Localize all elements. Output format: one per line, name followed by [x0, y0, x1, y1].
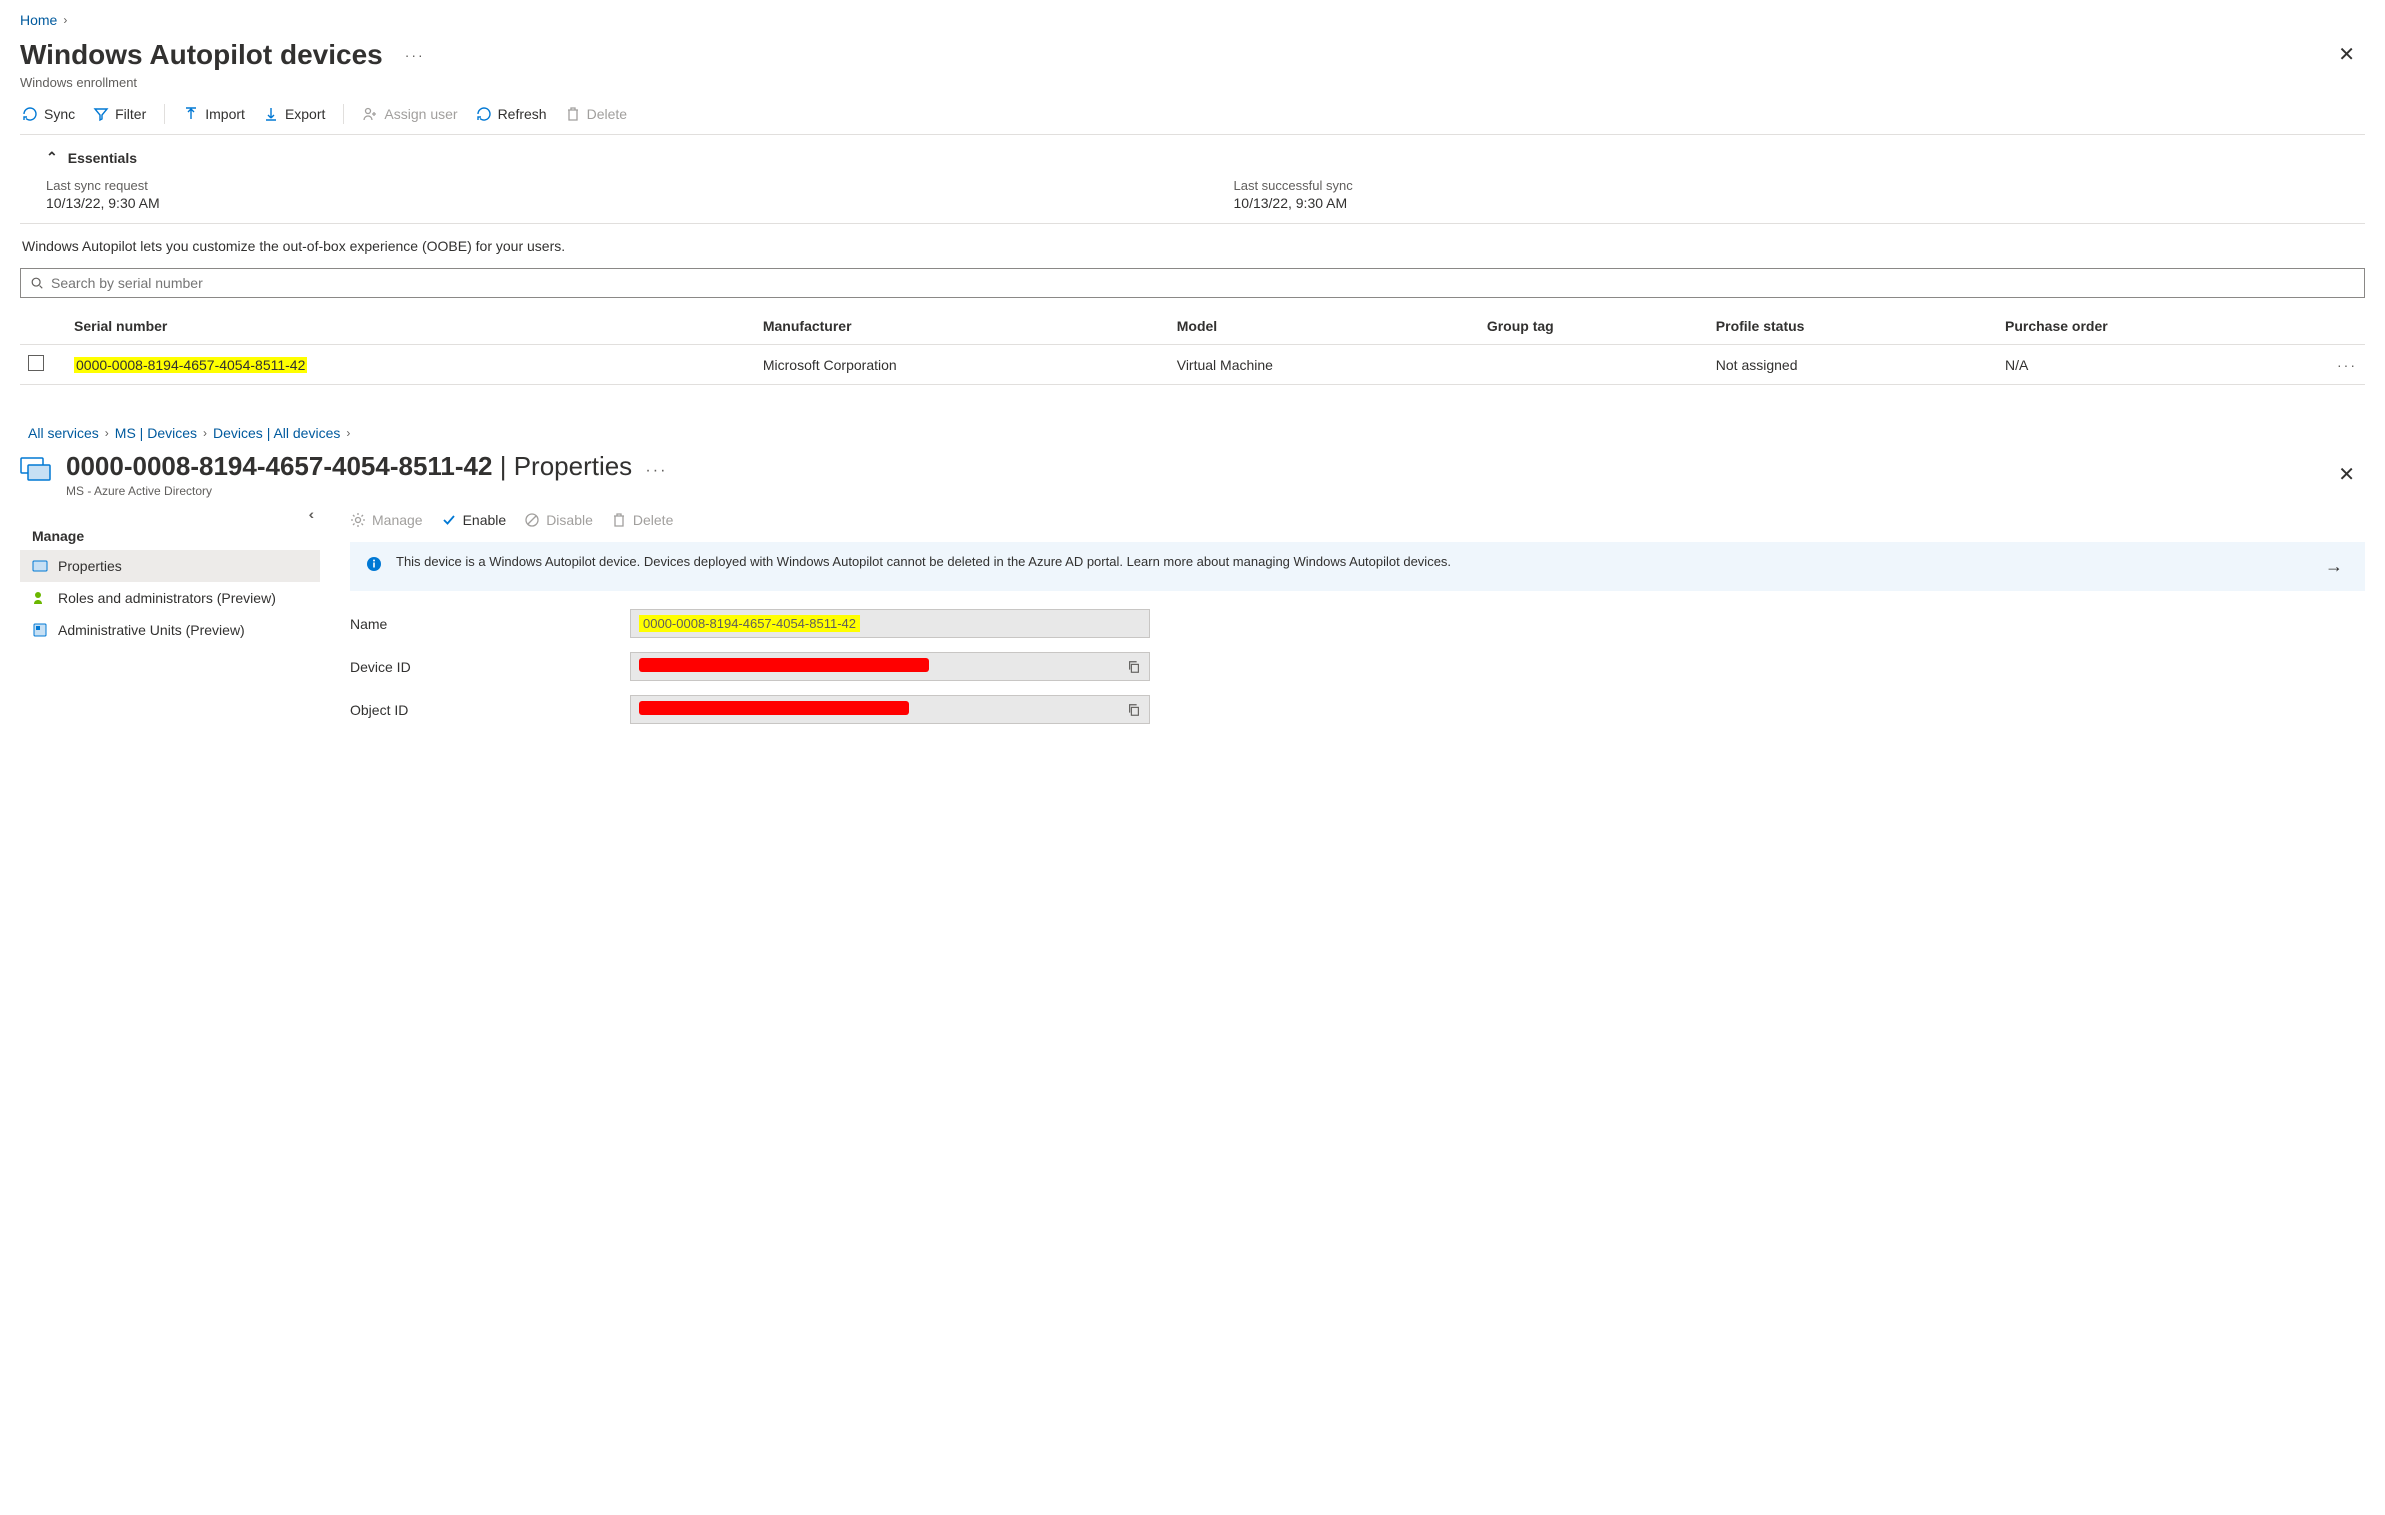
page-subtitle: Windows enrollment — [20, 75, 2365, 90]
sync-button[interactable]: Sync — [22, 106, 75, 122]
breadcrumb: All services › MS | Devices › Devices | … — [28, 425, 2365, 441]
essentials-panel: Last sync request 10/13/22, 9:30 AM Last… — [20, 174, 2365, 224]
col-model[interactable]: Model — [1169, 308, 1479, 345]
sidebar-item-roles[interactable]: Roles and administrators (Preview) — [20, 582, 320, 614]
page-title: 0000-0008-8194-4657-4054-8511-42 | Prope… — [66, 451, 667, 482]
info-banner: This device is a Windows Autopilot devic… — [350, 542, 2365, 591]
separator — [164, 104, 165, 124]
page-title: Windows Autopilot devices — [20, 39, 383, 71]
cell-profile-status: Not assigned — [1708, 345, 1997, 385]
cell-group-tag — [1479, 345, 1708, 385]
col-purchase-order[interactable]: Purchase order — [1997, 308, 2325, 345]
sidebar-item-admin-units[interactable]: Administrative Units (Preview) — [20, 614, 320, 646]
command-bar: Manage Enable Disable Delete — [350, 506, 2365, 542]
sidebar-item-properties[interactable]: Properties — [20, 550, 320, 582]
search-icon — [30, 276, 44, 290]
refresh-button[interactable]: Refresh — [476, 106, 547, 122]
prop-field-device-id[interactable] — [630, 652, 1150, 681]
prop-label-device-id: Device ID — [350, 659, 630, 675]
roles-icon — [32, 590, 48, 606]
person-add-icon — [362, 106, 378, 122]
more-icon[interactable]: ··· — [405, 47, 425, 63]
delete-button: Delete — [565, 106, 627, 122]
side-section-header: Manage — [20, 518, 320, 550]
col-profile-status[interactable]: Profile status — [1708, 308, 1997, 345]
filter-button[interactable]: Filter — [93, 106, 146, 122]
essentials-label: Last sync request — [46, 178, 1174, 193]
search-input[interactable] — [20, 268, 2365, 298]
breadcrumb-all-services[interactable]: All services — [28, 425, 99, 441]
import-button[interactable]: Import — [183, 106, 245, 122]
col-serial[interactable]: Serial number — [66, 308, 755, 345]
cell-model: Virtual Machine — [1169, 345, 1479, 385]
close-button[interactable]: ✕ — [2328, 456, 2365, 493]
cell-serial: 0000-0008-8194-4657-4054-8511-42 — [74, 357, 307, 373]
breadcrumb-ms-devices[interactable]: MS | Devices — [115, 425, 197, 441]
device-icon — [20, 455, 52, 483]
prop-label-object-id: Object ID — [350, 702, 630, 718]
essentials-toggle[interactable]: ⌃ Essentials — [46, 149, 2361, 166]
separator — [343, 104, 344, 124]
cell-manufacturer: Microsoft Corporation — [755, 345, 1169, 385]
prop-field-name[interactable]: 0000-0008-8194-4657-4054-8511-42 — [630, 609, 1150, 638]
breadcrumb-home[interactable]: Home — [20, 12, 57, 28]
upload-icon — [183, 106, 199, 122]
collapse-nav-button[interactable]: ‹‹ — [309, 506, 310, 522]
essentials-label: Last successful sync — [1234, 178, 2362, 193]
row-checkbox[interactable] — [28, 355, 44, 371]
chevron-right-icon: › — [105, 426, 109, 440]
table-row[interactable]: 0000-0008-8194-4657-4054-8511-42 Microso… — [20, 345, 2365, 385]
copy-icon[interactable] — [1127, 703, 1141, 717]
chevron-right-icon: › — [346, 426, 350, 440]
assign-user-button: Assign user — [362, 106, 457, 122]
info-icon — [366, 556, 382, 572]
prop-label-name: Name — [350, 616, 630, 632]
page-subtitle: MS - Azure Active Directory — [66, 484, 667, 498]
breadcrumb-devices-all[interactable]: Devices | All devices — [213, 425, 340, 441]
filter-icon — [93, 106, 109, 122]
check-icon — [441, 512, 457, 528]
trash-icon — [565, 106, 581, 122]
col-manufacturer[interactable]: Manufacturer — [755, 308, 1169, 345]
download-icon — [263, 106, 279, 122]
col-group-tag[interactable]: Group tag — [1479, 308, 1708, 345]
breadcrumb: Home › — [20, 12, 2365, 28]
row-more-button[interactable]: ··· — [2325, 345, 2365, 385]
chevron-right-icon: › — [63, 13, 67, 27]
refresh-icon — [476, 106, 492, 122]
copy-icon[interactable] — [1127, 660, 1141, 674]
redacted-value — [639, 658, 929, 672]
devices-table: Serial number Manufacturer Model Group t… — [20, 308, 2365, 385]
export-button[interactable]: Export — [263, 106, 325, 122]
gear-icon — [350, 512, 366, 528]
essentials-value: 10/13/22, 9:30 AM — [46, 195, 1174, 211]
block-icon — [524, 512, 540, 528]
description-text: Windows Autopilot lets you customize the… — [22, 238, 2363, 254]
refresh-icon — [22, 106, 38, 122]
chevron-right-icon: › — [203, 426, 207, 440]
arrow-right-icon[interactable]: → — [2319, 554, 2349, 579]
info-text: This device is a Windows Autopilot devic… — [396, 554, 2305, 569]
redacted-value — [639, 701, 909, 715]
essentials-value: 10/13/22, 9:30 AM — [1234, 195, 2362, 211]
command-bar: Sync Filter Import Export Assign user Re… — [20, 104, 2365, 135]
admin-units-icon — [32, 622, 48, 638]
more-icon[interactable]: ··· — [645, 462, 667, 479]
properties-icon — [32, 558, 48, 574]
prop-field-object-id[interactable] — [630, 695, 1150, 724]
side-nav: ‹‹ Manage Properties Roles and administr… — [20, 506, 320, 738]
close-button[interactable]: ✕ — [2328, 36, 2365, 73]
delete-button: Delete — [611, 512, 673, 528]
enable-button[interactable]: Enable — [441, 512, 507, 528]
cell-purchase-order: N/A — [1997, 345, 2325, 385]
disable-button: Disable — [524, 512, 593, 528]
chevron-up-icon: ⌃ — [46, 149, 58, 166]
manage-button: Manage — [350, 512, 423, 528]
trash-icon — [611, 512, 627, 528]
